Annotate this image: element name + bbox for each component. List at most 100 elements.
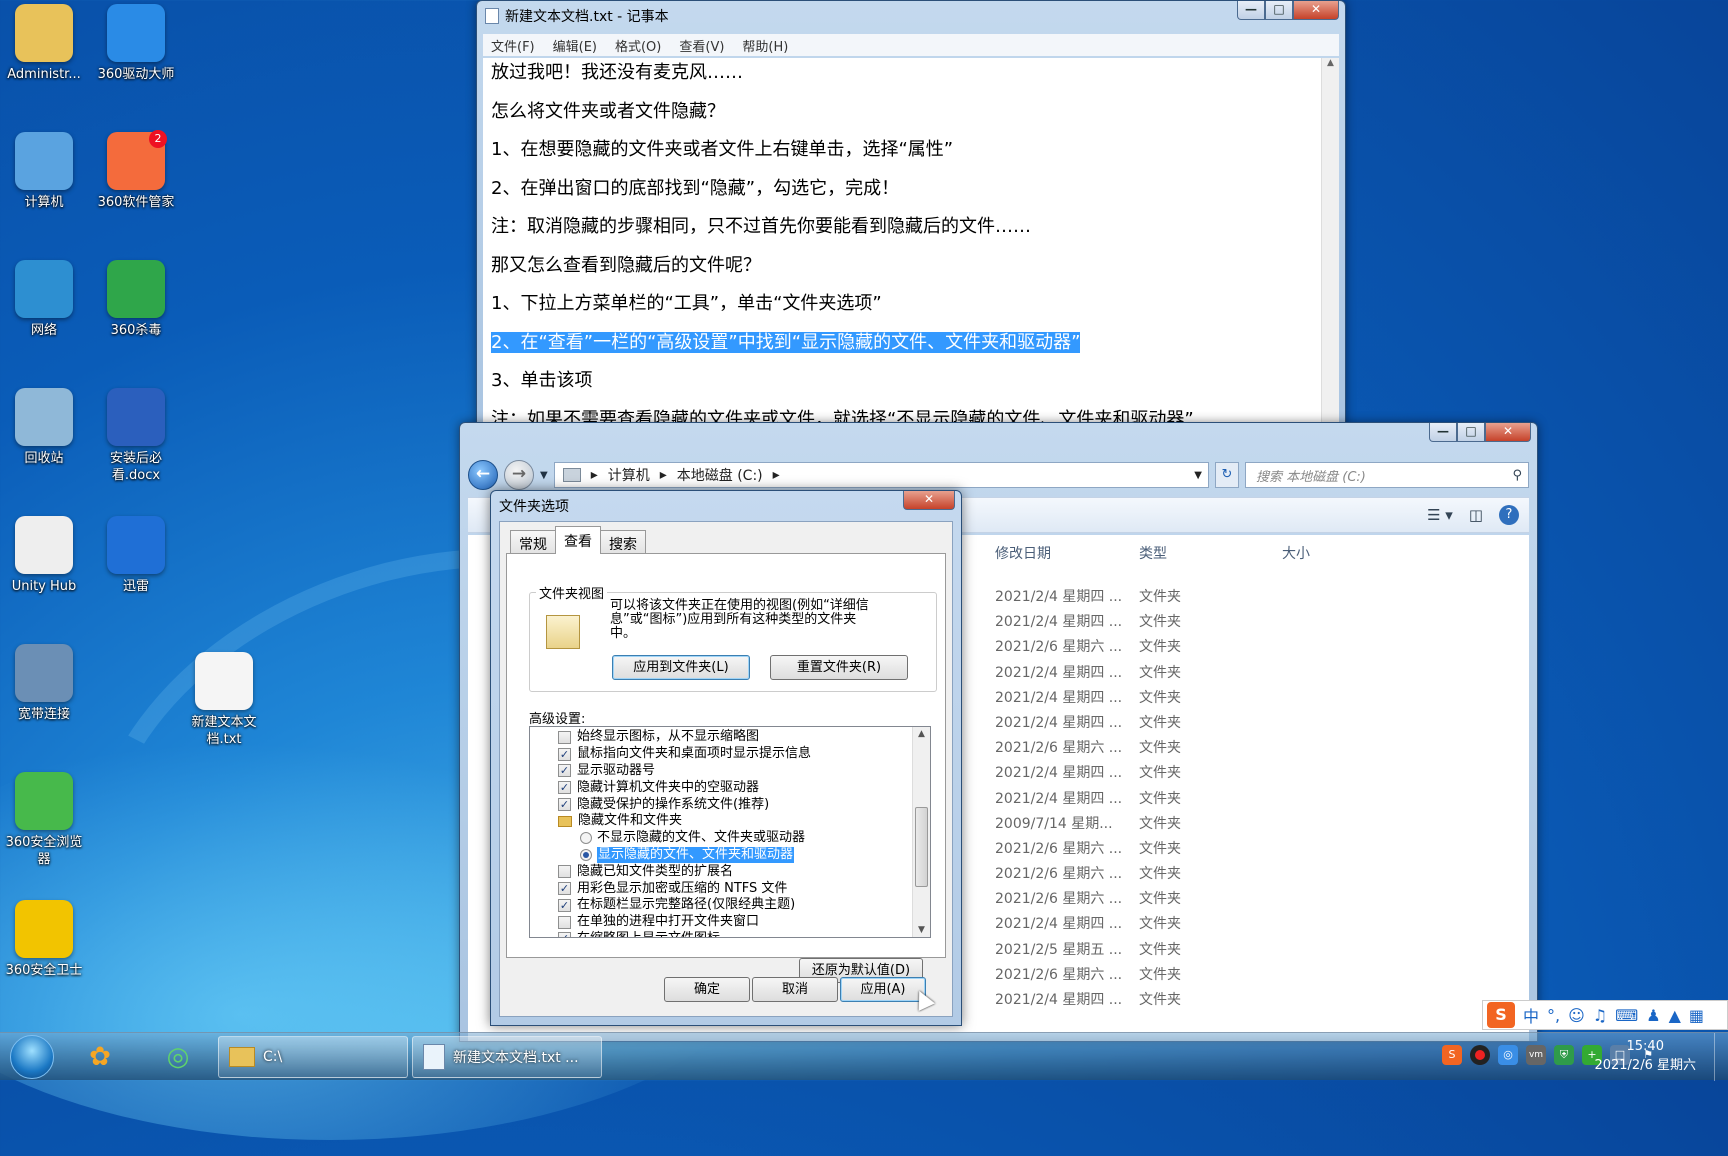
grid-menu-icon[interactable]: ▦ — [1689, 1006, 1704, 1025]
desktop-icon-7[interactable]: 安装后必看.docx — [92, 388, 180, 484]
search-input[interactable]: 搜索 本地磁盘 (C:) ⚲ — [1245, 462, 1529, 488]
desktop-icon-10[interactable]: 宽带连接 — [0, 644, 88, 723]
checkbox-unchecked-icon[interactable] — [558, 865, 571, 879]
tab-view[interactable]: 查看 — [555, 526, 601, 554]
advanced-setting-item[interactable]: 隐藏已知文件类型的扩展名 — [530, 863, 910, 880]
address-bar[interactable]: ▸ 计算机 ▸ 本地磁盘 (C:) ▸ ▼ — [553, 462, 1209, 488]
sogou-logo-icon[interactable]: S — [1487, 1002, 1515, 1028]
scroll-up-icon[interactable]: ▲ — [1322, 58, 1339, 68]
breadcrumb-drive[interactable]: 本地磁盘 (C:) — [677, 465, 763, 485]
advanced-setting-item[interactable]: 在单独的进程中打开文件夹窗口 — [530, 914, 910, 931]
desktop-icon-3[interactable]: 2 360软件管家 — [92, 130, 180, 211]
cancel-button[interactable]: 取消 — [752, 977, 838, 1002]
show-desktop-button[interactable] — [1714, 1033, 1728, 1081]
checkbox-checked-icon[interactable]: ✓ — [558, 932, 571, 937]
checkbox-checked-icon[interactable]: ✓ — [558, 781, 571, 795]
radio-selected-icon[interactable] — [580, 848, 592, 861]
desktop-icon-12[interactable]: 360安全浏览器 — [0, 772, 88, 868]
desktop-icon-6[interactable]: 回收站 — [0, 388, 88, 467]
taskbar-clock[interactable]: 15:40 2021/2/6 星期六 — [1594, 1037, 1696, 1075]
notepad-menu-item[interactable]: 查看(V) — [679, 36, 724, 55]
vm-tray-icon[interactable]: vm — [1526, 1045, 1546, 1065]
notepad-menu-item[interactable]: 文件(F) — [491, 36, 535, 55]
advanced-setting-item[interactable]: ✓ 鼠标指向文件夹和桌面项时显示提示信息 — [530, 746, 910, 763]
scroll-up-icon[interactable]: ▲ — [913, 727, 930, 739]
advanced-setting-item[interactable]: ✓ 在标题栏显示完整路径(仅限经典主题) — [530, 897, 910, 914]
pinned-browser-icon[interactable]: ◎ — [150, 1037, 206, 1077]
shield-tray-icon[interactable]: ⛨ — [1554, 1045, 1574, 1065]
notepad-menu-item[interactable]: 格式(O) — [615, 36, 661, 55]
back-button[interactable]: ← — [468, 460, 498, 490]
advanced-settings-list[interactable]: 始终显示图标，从不显示缩略图 ✓ 鼠标指向文件夹和桌面项时显示提示信息 ✓ 显示驱动器号… — [529, 726, 931, 938]
scroll-thumb[interactable] — [915, 807, 928, 887]
advanced-setting-item[interactable]: ✓ 在缩略图上显示文件图标 — [530, 931, 910, 937]
search-icon[interactable]: ⚲ — [1512, 468, 1522, 483]
apply-to-folders-button[interactable]: 应用到文件夹(L) — [612, 655, 750, 680]
breadcrumb-separator-icon[interactable]: ▸ — [773, 467, 780, 483]
close-button[interactable]: ✕ — [1293, 1, 1339, 20]
breadcrumb-computer[interactable]: 计算机 — [608, 465, 650, 485]
notepad-menu-item[interactable]: 编辑(E) — [553, 36, 597, 55]
advanced-setting-item[interactable]: ✓ 用彩色显示加密或压缩的 NTFS 文件 — [530, 880, 910, 897]
sogou-tray-icon[interactable]: S — [1442, 1045, 1462, 1065]
maximize-button[interactable]: □ — [1457, 423, 1485, 442]
desktop-icon-4[interactable]: 网络 — [0, 260, 88, 339]
help-icon[interactable]: ? — [1499, 505, 1519, 525]
taskbar-explorer[interactable]: C:\ — [218, 1036, 408, 1078]
advanced-setting-item[interactable]: 不显示隐藏的文件、文件夹或驱动器 — [530, 830, 910, 847]
column-type[interactable]: 类型 — [1139, 543, 1167, 563]
desktop-icon-13[interactable]: 360安全卫士 — [0, 900, 88, 979]
tab-search[interactable]: 搜索 — [600, 530, 646, 554]
record-icon[interactable] — [1470, 1045, 1490, 1065]
desktop-icon-9[interactable]: 迅雷 — [92, 516, 180, 595]
checkbox-unchecked-icon[interactable] — [558, 915, 571, 929]
advanced-setting-item[interactable]: 隐藏文件和文件夹 — [530, 813, 910, 830]
column-date[interactable]: 修改日期 — [995, 543, 1051, 563]
pinned-360-app-icon[interactable]: ✿ — [72, 1037, 128, 1077]
notepad-scrollbar[interactable]: ▲ — [1321, 58, 1339, 429]
emoji-icon[interactable]: ☺ — [1568, 1006, 1585, 1025]
tab-general[interactable]: 常规 — [510, 530, 556, 554]
advanced-setting-item[interactable]: ✓ 隐藏计算机文件夹中的空驱动器 — [530, 779, 910, 796]
desktop-icon-5[interactable]: 360杀毒 — [92, 260, 180, 339]
checkbox-checked-icon[interactable]: ✓ — [558, 798, 571, 812]
preview-pane-icon[interactable]: ◫ — [1469, 506, 1483, 524]
close-button[interactable]: ✕ — [1485, 423, 1531, 442]
breadcrumb-separator-icon[interactable]: ▸ — [591, 467, 598, 483]
column-size[interactable]: 大小 — [1282, 543, 1310, 563]
checkbox-checked-icon[interactable]: ✓ — [558, 764, 571, 778]
scroll-down-icon[interactable]: ▼ — [913, 925, 930, 935]
radio-unselected-icon[interactable] — [580, 832, 592, 845]
keyboard-icon[interactable]: ⌨ — [1615, 1006, 1638, 1025]
notepad-titlebar[interactable]: 新建文本文档.txt - 记事本 — [477, 1, 1345, 31]
microphone-icon[interactable]: ♫ — [1593, 1006, 1607, 1025]
notepad-menu-item[interactable]: 帮助(H) — [742, 36, 788, 55]
skin-shirt-icon[interactable]: ▲ — [1669, 1006, 1681, 1025]
advanced-setting-item[interactable]: 始终显示图标，从不显示缩略图 — [530, 729, 910, 746]
dialog-titlebar[interactable]: 文件夹选项 — [491, 491, 961, 521]
ok-button[interactable]: 确定 — [664, 977, 750, 1002]
advanced-settings-scrollbar[interactable]: ▲ ▼ — [912, 727, 930, 937]
notepad-text-area[interactable]: 放过我吧！我还没有麦克风…… 怎么将文件夹或者文件隐藏？ 1、在想要隐藏的文件夹或者… — [483, 58, 1321, 429]
checkbox-unchecked-icon[interactable] — [558, 730, 571, 744]
advanced-setting-item[interactable]: ✓ 隐藏受保护的操作系统文件(推荐) — [530, 796, 910, 813]
desktop-icon-1[interactable]: 360驱动大师 — [92, 4, 180, 83]
dialog-close-button[interactable]: ✕ — [903, 491, 955, 510]
minimize-button[interactable]: — — [1429, 423, 1457, 442]
refresh-icon[interactable]: ↻ — [1215, 462, 1239, 488]
ime-toolbar[interactable]: S 中 °, ☺ ♫ ⌨ ♟ ▲ ▦ — [1482, 1000, 1728, 1030]
checkbox-checked-icon[interactable]: ✓ — [558, 747, 571, 761]
taskbar-notepad[interactable]: 新建文本文档.txt ... — [412, 1036, 602, 1078]
view-options-icon[interactable]: ☰ ▾ — [1427, 506, 1453, 524]
history-dropdown-icon[interactable]: ▼ — [540, 470, 548, 481]
address-dropdown-icon[interactable]: ▼ — [1194, 470, 1208, 481]
checkbox-checked-icon[interactable]: ✓ — [558, 882, 571, 896]
checkbox-checked-icon[interactable]: ✓ — [558, 898, 571, 912]
desktop-icon-2[interactable]: 计算机 — [0, 132, 88, 211]
ime-mode[interactable]: 中 — [1523, 1003, 1539, 1027]
desktop-icon-11[interactable]: 新建文本文档.txt — [180, 652, 268, 748]
advanced-setting-item[interactable]: 显示隐藏的文件、文件夹和驱动器 — [530, 846, 910, 864]
breadcrumb-separator-icon[interactable]: ▸ — [660, 467, 667, 483]
start-button[interactable] — [10, 1035, 54, 1079]
maximize-button[interactable]: □ — [1265, 1, 1293, 20]
